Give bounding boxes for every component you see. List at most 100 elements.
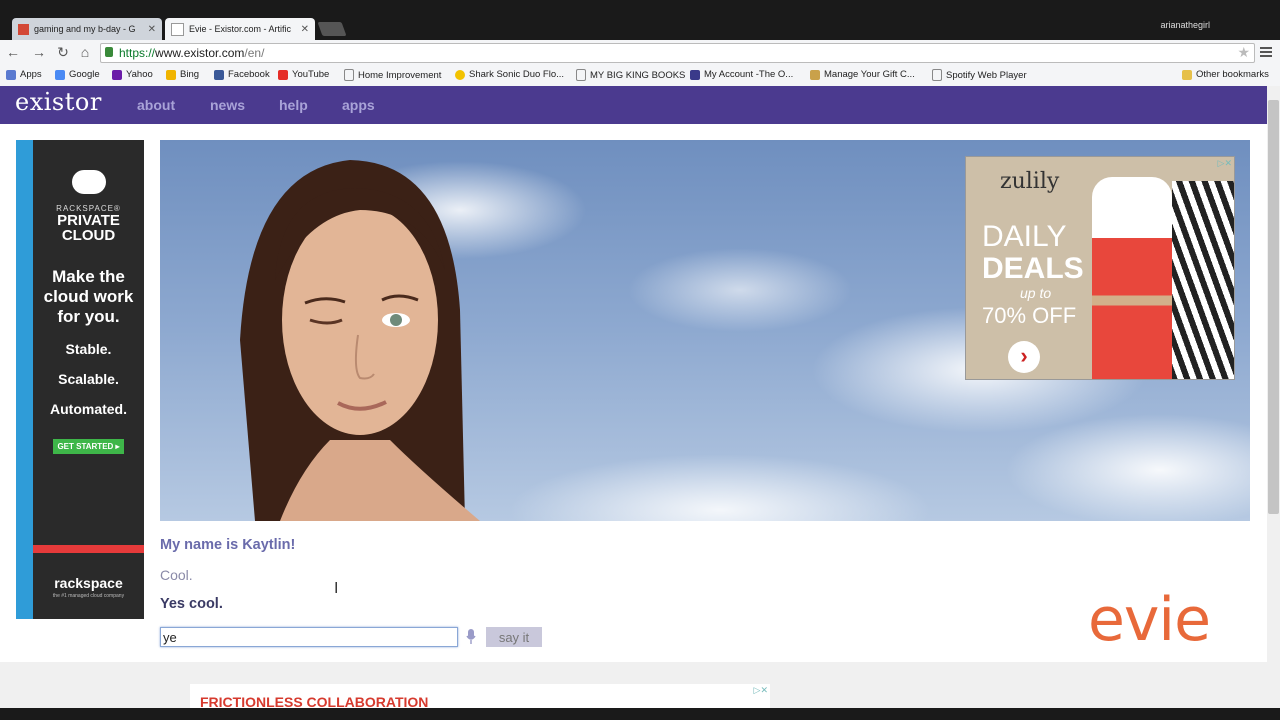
apps-grid-icon — [6, 69, 16, 80]
scrollbar-thumb[interactable] — [1268, 100, 1279, 514]
ad-line-deals: DEALS — [982, 252, 1084, 285]
folder-icon — [1182, 69, 1192, 80]
bookmark-home-improvement[interactable]: Home Improvement — [344, 69, 441, 81]
bookmark-shark[interactable]: Shark Sonic Duo Flo... — [455, 69, 564, 80]
ad-upto: up to — [1020, 285, 1052, 301]
url-host: www.existor.com — [155, 46, 245, 60]
get-started-button[interactable]: GET STARTED ▸ — [53, 439, 124, 454]
close-icon[interactable]: ✕ — [297, 24, 309, 35]
gift-icon — [810, 69, 820, 80]
nav-help[interactable]: help — [279, 97, 308, 113]
nav-about[interactable]: about — [137, 97, 175, 113]
bookmark-label: Home Improvement — [358, 69, 442, 81]
facebook-icon — [214, 69, 224, 80]
page-icon — [344, 69, 354, 81]
forward-icon[interactable]: → — [30, 44, 48, 60]
bookmark-label: Apps — [20, 69, 42, 80]
bookmark-label: Other bookmarks — [1196, 69, 1269, 80]
ad-product: PRIVATE CLOUD — [57, 212, 120, 244]
youtube-icon — [278, 69, 288, 80]
ad-divider — [33, 545, 144, 553]
home-icon[interactable]: ⌂ — [76, 44, 94, 60]
bookmark-facebook[interactable]: Facebook — [214, 69, 270, 80]
user-message: My name is Kaytlin! — [160, 537, 296, 553]
bookmark-label: MY BIG KING BOOKS — [590, 69, 686, 81]
bookmark-label: YouTube — [292, 69, 330, 80]
bookmark-my-account[interactable]: My Account -The O... — [690, 69, 793, 80]
address-bar[interactable]: https://www.existor.com/en/ — [100, 43, 1255, 63]
lock-icon — [105, 47, 113, 57]
new-tab-button[interactable] — [317, 22, 347, 36]
bookmark-other[interactable]: Other bookmarks — [1182, 69, 1269, 80]
face-shape — [282, 205, 438, 435]
url-path: /en/ — [244, 46, 265, 60]
dress-image — [1092, 177, 1172, 379]
window-bottom-edge — [0, 708, 1280, 720]
menu-icon[interactable] — [1260, 45, 1272, 59]
back-icon[interactable]: ← — [4, 44, 22, 60]
yahoo-icon — [112, 69, 122, 80]
ad-close-icon[interactable]: ▷✕ — [754, 685, 768, 696]
zulily-ad[interactable]: ▷✕ zulily DAILY DEALS up to 70% OFF › — [965, 156, 1235, 380]
bookmark-gift-card[interactable]: Manage Your Gift C... — [810, 69, 915, 80]
bookmark-label: Google — [69, 69, 100, 80]
ad-tagline: the #1 managed cloud company — [52, 593, 125, 599]
close-icon[interactable]: ✕ — [144, 24, 156, 35]
say-it-button[interactable]: say it — [486, 627, 542, 647]
google-plus-icon — [18, 23, 29, 35]
bot-message-previous: Cool. — [160, 567, 193, 583]
reload-icon[interactable]: ↻ — [54, 44, 72, 61]
bookmark-label: Bing — [180, 69, 200, 80]
ad-point: Stable. — [65, 341, 112, 357]
ad-line-daily: DAILY — [982, 220, 1067, 253]
ad-close-icon[interactable]: ▷✕ — [1218, 158, 1232, 169]
site-header — [0, 86, 1267, 124]
site-icon — [690, 69, 700, 80]
nav-apps[interactable]: apps — [342, 97, 375, 113]
bookmark-youtube[interactable]: YouTube — [278, 69, 329, 80]
tab-evie[interactable]: Evie - Existor.com - Artific ✕ — [165, 18, 315, 40]
bookmark-label: Spotify Web Player — [946, 69, 1027, 81]
rackspace-logo: rackspace — [54, 575, 123, 591]
bookmark-spotify[interactable]: Spotify Web Player — [932, 69, 1027, 81]
microphone-icon[interactable] — [466, 629, 476, 645]
ad-discount: 70% OFF — [982, 303, 1077, 328]
tab-label: gaming and my b-day - G — [34, 24, 136, 34]
bookmark-apps[interactable]: Apps — [6, 69, 42, 80]
ad-point: Scalable. — [58, 371, 119, 387]
ad-point: Automated. — [50, 401, 127, 417]
bookmark-yahoo[interactable]: Yahoo — [112, 69, 153, 80]
cloud-key-icon — [71, 170, 106, 194]
tab-gaming[interactable]: gaming and my b-day - G ✕ — [12, 18, 162, 40]
bottom-ad-headline: FRICTIONLESS COLLABORATION — [200, 694, 429, 708]
rackspace-ad[interactable]: RACKSPACE® PRIVATE CLOUD Make the cloud … — [16, 140, 144, 619]
bottom-ad[interactable]: FRICTIONLESS COLLABORATION ▷✕ — [190, 684, 770, 708]
iris — [390, 314, 402, 326]
tab-label: Evie - Existor.com - Artific — [189, 24, 292, 34]
bing-icon — [166, 69, 176, 80]
nav-news[interactable]: news — [210, 97, 245, 113]
page-icon — [576, 69, 586, 81]
google-icon — [55, 69, 65, 80]
chat-input[interactable] — [160, 627, 458, 647]
bookmark-label: Manage Your Gift C... — [824, 69, 915, 80]
bookmark-star-icon[interactable]: ★ — [1237, 44, 1250, 61]
bot-message-current: Yes cool. — [160, 596, 223, 612]
page-icon — [171, 22, 184, 36]
url-scheme: https:// — [119, 46, 156, 60]
ad-headline: Make the cloud work for you. — [43, 267, 134, 326]
bookmark-bing[interactable]: Bing — [166, 69, 199, 80]
bookmark-label: Shark Sonic Duo Flo... — [469, 69, 565, 80]
existor-logo[interactable]: existor — [15, 88, 102, 116]
dress-image — [1172, 181, 1234, 379]
bookmark-label: Facebook — [228, 69, 270, 80]
zulily-logo: zulily — [1000, 169, 1060, 194]
bookmark-label: Yahoo — [126, 69, 153, 80]
bookmark-big-king-books[interactable]: MY BIG KING BOOKS — [576, 69, 685, 81]
profile-name[interactable]: arianathegirl — [1160, 20, 1210, 30]
bookmarks-bar: Apps Google Yahoo Bing Facebook YouTube … — [0, 66, 1280, 87]
page-icon — [932, 69, 942, 81]
text-cursor-icon: I — [334, 580, 339, 597]
chevron-right-icon[interactable]: › — [1008, 341, 1040, 373]
bookmark-google[interactable]: Google — [55, 69, 100, 80]
